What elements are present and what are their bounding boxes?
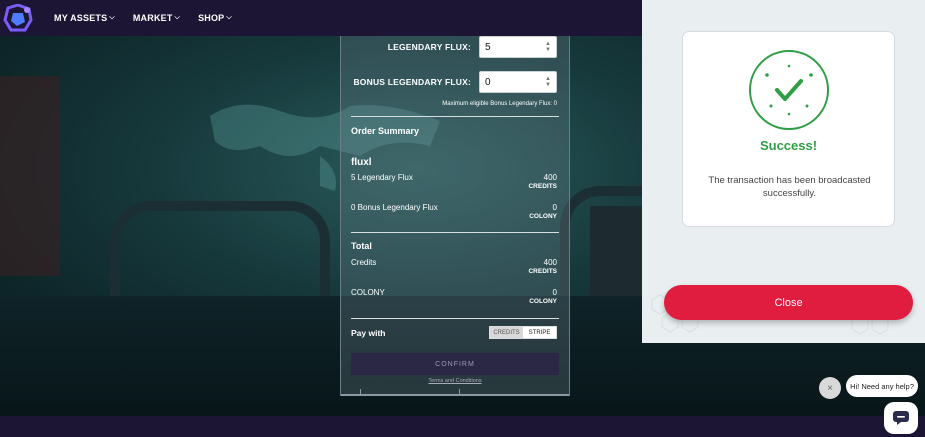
bg-panel-left [0, 76, 60, 276]
total-label: COLONY [351, 288, 385, 297]
bottom-bar [0, 416, 925, 437]
chat-greeting[interactable]: Hi! Need any help? [846, 375, 918, 397]
line-item-label: 0 Bonus Legendary Flux [351, 203, 438, 212]
divider [351, 318, 559, 319]
success-title: Success! [759, 138, 818, 153]
success-card: Success! The transaction has been broadc… [682, 31, 895, 227]
bonus-flux-label: BONUS LEGENDARY FLUX: [353, 77, 471, 87]
terms-link[interactable]: Terms and Conditions [341, 378, 569, 384]
spinner-icon[interactable]: ▲ ▼ [545, 76, 551, 88]
panel-notch [360, 389, 460, 395]
legendary-flux-label: LEGENDARY FLUX: [387, 42, 471, 52]
total-label: Credits [351, 258, 377, 267]
nav-shop-label: SHOP [198, 13, 225, 23]
max-bonus-hint: Maximum eligible Bonus Legendary Flux: 0 [442, 101, 557, 107]
legendary-flux-input[interactable]: 5 ▲ ▼ [479, 36, 557, 58]
total-amount: 0 [552, 288, 557, 297]
total-unit: COLONY [529, 298, 557, 305]
divider [351, 116, 559, 117]
line-item-label: 5 Legendary Flux [351, 173, 413, 182]
chevron-down-icon: ⌵ [226, 14, 232, 21]
pay-option-stripe[interactable]: STRIPE [523, 327, 556, 338]
close-button[interactable]: Close [664, 285, 913, 320]
line-item-amount: 400 [543, 173, 557, 182]
success-message: The transaction has been broadcasted suc… [708, 175, 871, 199]
chat-launcher-button[interactable] [884, 402, 918, 434]
nav-market[interactable]: MARKET ⌵ [133, 13, 180, 23]
total-unit: CREDITS [528, 268, 557, 275]
line-item-unit: COLONY [529, 213, 557, 220]
success-check-icon [749, 50, 829, 130]
line-item-unit: CREDITS [528, 183, 557, 190]
line-item-amount: 0 [552, 203, 557, 212]
pay-option-credits[interactable]: CREDITS [490, 327, 523, 338]
bonus-flux-value: 0 [485, 76, 491, 88]
nav-my-assets[interactable]: MY ASSETS ⌵ [54, 13, 115, 23]
nav-shop[interactable]: SHOP ⌵ [198, 13, 232, 23]
chevron-down-icon: ⌵ [174, 14, 181, 21]
logo-icon[interactable] [0, 0, 36, 36]
success-modal: Success! The transaction has been broadc… [642, 0, 925, 343]
purchase-form-panel: LEGENDARY FLUX: 5 ▲ ▼ BONUS LEGENDARY FLU… [340, 36, 570, 396]
legendary-flux-value: 5 [485, 41, 491, 53]
product-name: fluxl [351, 157, 372, 168]
order-summary-heading: Order Summary [351, 126, 420, 136]
pay-with-label: Pay with [351, 328, 386, 338]
confirm-button[interactable]: CONFIRM [351, 353, 559, 375]
bonus-flux-input[interactable]: 0 ▲ ▼ [479, 71, 557, 93]
nav-my-assets-label: MY ASSETS [54, 13, 108, 23]
chat-dismiss-button[interactable]: × [819, 377, 841, 399]
chat-icon [893, 411, 909, 425]
total-amount: 400 [543, 258, 557, 267]
nav-market-label: MARKET [132, 13, 173, 23]
payment-method-toggle: CREDITS STRIPE [489, 326, 557, 339]
legendary-flux-row: LEGENDARY FLUX: 5 ▲ ▼ [388, 36, 557, 58]
total-heading: Total [351, 241, 372, 251]
divider [351, 232, 559, 233]
chevron-down-icon: ⌵ [109, 14, 115, 21]
spinner-icon[interactable]: ▲ ▼ [545, 41, 551, 53]
bonus-flux-row: BONUS LEGENDARY FLUX: 0 ▲ ▼ [353, 71, 557, 93]
